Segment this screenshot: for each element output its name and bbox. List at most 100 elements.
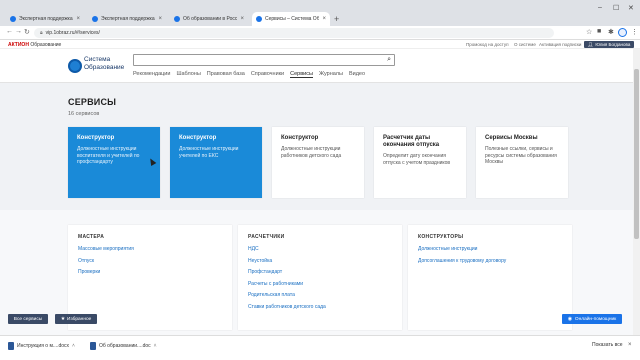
browser-tab-bar: Экспертная поддержка – Систе × Экспертна… [0,0,640,26]
page-title: СЕРВИСЫ [68,97,117,107]
browser-tab-3[interactable]: Об образовании в Российской × [170,12,248,26]
close-downloads-icon[interactable]: × [628,342,632,348]
close-window-icon[interactable]: ✕ [628,4,634,12]
chevron-up-icon[interactable]: ˄ [72,343,75,349]
nav-references[interactable]: Справочники [251,71,284,78]
download-name: Инструкция о м....docx [17,343,70,349]
card-title: Расчетчик даты окончания отпуска [383,135,440,148]
card-title: Сервисы Москвы [485,135,538,141]
star-icon[interactable]: ☆ [586,28,592,36]
search-input[interactable]: ⌕ [133,54,395,66]
nav-journals[interactable]: Журналы [319,71,343,78]
tab-favicon-icon [10,16,16,22]
nav-recommendations[interactable]: Рекомендации [133,71,170,78]
service-card-constructor-kindergarten[interactable]: Конструктор Должностные инструкции работ… [272,127,364,198]
card-description: Должностные инструкции воспитателя и учи… [77,146,140,165]
card-description: Определит дату окончания отпуска с учето… [383,153,451,166]
panel-heading: МАСТЕРА [78,234,105,240]
link-profstandard[interactable]: Профстандарт [248,269,392,275]
card-title: Конструктор [179,135,217,141]
nav-video[interactable]: Видео [349,71,365,78]
service-card-constructor-eks[interactable]: Конструктор Должностные инструкции учите… [170,127,262,198]
tab-close-icon[interactable]: × [322,16,326,22]
tab-title: Сервисы – Система Образова [265,16,320,22]
link-vat[interactable]: НДС [248,246,392,252]
page-scrollbar[interactable] [633,49,640,335]
new-tab-button[interactable]: + [334,14,339,24]
reload-icon[interactable]: ↻ [24,28,30,36]
minimize-icon[interactable]: – [598,4,602,11]
tab-title: Об образовании в Российской [183,16,238,22]
nav-services[interactable]: Сервисы [290,71,313,78]
tab-close-icon[interactable]: × [240,16,244,22]
nav-templates[interactable]: Шаблоны [176,71,200,78]
url-field[interactable]: 🔒︎ vip.1obraz.ru/#/services/ [34,28,554,38]
extension-icon[interactable]: ■ [597,28,601,35]
all-services-button[interactable]: Все сервисы [8,314,48,324]
maximize-icon[interactable]: ☐ [613,4,619,12]
forward-icon[interactable]: → [15,28,22,35]
link-inspections[interactable]: Проверки [78,269,222,275]
online-helper-label: Онлайн-помощник [574,316,617,322]
star-icon: ★ [60,316,65,322]
services-count: 16 сервисов [68,111,100,117]
downloads-bar: Инструкция о м....docx ˄ Об образовании.… [0,335,640,360]
main-nav: Рекомендации Шаблоны Правовая база Справ… [133,71,365,78]
panel-calculators: РАСЧЕТЧИКИ НДС Неустойка Профстандарт Ра… [238,225,402,330]
download-item-1[interactable]: Инструкция о м....docx ˄ [8,342,75,350]
browser-tab-2[interactable]: Экспертная поддержка – Систе × [88,12,166,26]
service-card-moscow-services[interactable]: Сервисы Москвы Полезные ссылки, сервисы … [476,127,568,198]
tab-favicon-icon [92,16,98,22]
link-job-descriptions[interactable]: Должностные инструкции [418,246,562,252]
link-penalty[interactable]: Неустойка [248,258,392,264]
favorites-label: Избранное [67,316,92,322]
brand-name: АКТИОН [8,42,29,48]
puzzle-icon[interactable]: ✱ [608,28,614,36]
services-section: СЕРВИСЫ 16 сервисов Конструктор Должност… [0,84,640,210]
system-logo-icon[interactable] [68,59,82,73]
profile-avatar-icon[interactable] [618,28,627,37]
link-mass-events[interactable]: Массовые мероприятия [78,246,222,252]
promo-link[interactable]: Промокод на доступ [466,42,509,47]
menu-dots-icon[interactable]: ⋮ [631,28,638,36]
link-employee-settlements[interactable]: Расчеты с работниками [248,281,392,287]
browser-tab-4-active[interactable]: Сервисы – Система Образова × [252,12,330,26]
site-top-strip: АКТИОН Образование Промокод на доступ О … [0,40,640,49]
url-text: vip.1obraz.ru/#/services/ [45,30,100,36]
link-labor-agreements[interactable]: Допсоглашения к трудовому договору [418,258,562,264]
tab-favicon-icon [256,16,262,22]
tab-close-icon[interactable]: × [158,16,162,22]
chat-icon: ◉ [567,316,572,322]
chevron-up-icon[interactable]: ˄ [154,343,157,349]
service-card-constructor-profstandard[interactable]: Конструктор Должностные инструкции воспи… [68,127,160,198]
tab-close-icon[interactable]: × [76,16,80,22]
card-description: Должностные инструкции работников детско… [281,146,342,159]
panel-constructors: КОНСТРУКТОРЫ Должностные инструкции Допс… [408,225,572,330]
back-icon[interactable]: ← [6,28,13,35]
download-item-2[interactable]: Об образовании....doc ˄ [90,342,157,350]
favorites-button[interactable]: ★ Избранное [55,314,97,324]
service-card-vacation-calculator[interactable]: Расчетчик даты окончания отпуска Определ… [374,127,466,198]
online-helper-button[interactable]: ◉ Онлайн-помощник [562,314,622,324]
link-parent-fee[interactable]: Родительская плата [248,292,392,298]
browser-tab-1[interactable]: Экспертная поддержка – Систе × [6,12,84,26]
card-description: Должностные инструкции учителей по ЕКС [179,146,239,159]
about-link[interactable]: О системе [514,42,536,47]
lock-icon: 🔒︎ [40,30,43,36]
card-title: Конструктор [77,135,115,141]
link-kindergarten-rates[interactable]: Ставки работников детского сада [248,304,392,310]
card-description: Полезные ссылки, сервисы и ресурсы систе… [485,146,557,165]
show-all-downloads-button[interactable]: Показать все [592,342,623,348]
all-services-label: Все сервисы [13,316,43,322]
brand-logo[interactable]: АКТИОН Образование [8,42,61,48]
user-login-button[interactable]: 👤︎ Юлия Богданова [584,41,634,48]
link-vacation[interactable]: Отпуск [78,258,222,264]
nav-legal-base[interactable]: Правовая база [207,71,245,78]
tab-title: Экспертная поддержка – Систе [101,16,155,22]
address-bar: ← → ↻ 🔒︎ vip.1obraz.ru/#/services/ ☆ ■ ✱… [0,26,640,40]
word-document-icon [90,342,96,350]
search-icon[interactable]: ⌕ [387,56,391,64]
scrollbar-thumb[interactable] [634,69,639,239]
activation-link[interactable]: Активация подписки [539,42,581,47]
system-logo-text[interactable]: Система Образование [84,56,124,71]
